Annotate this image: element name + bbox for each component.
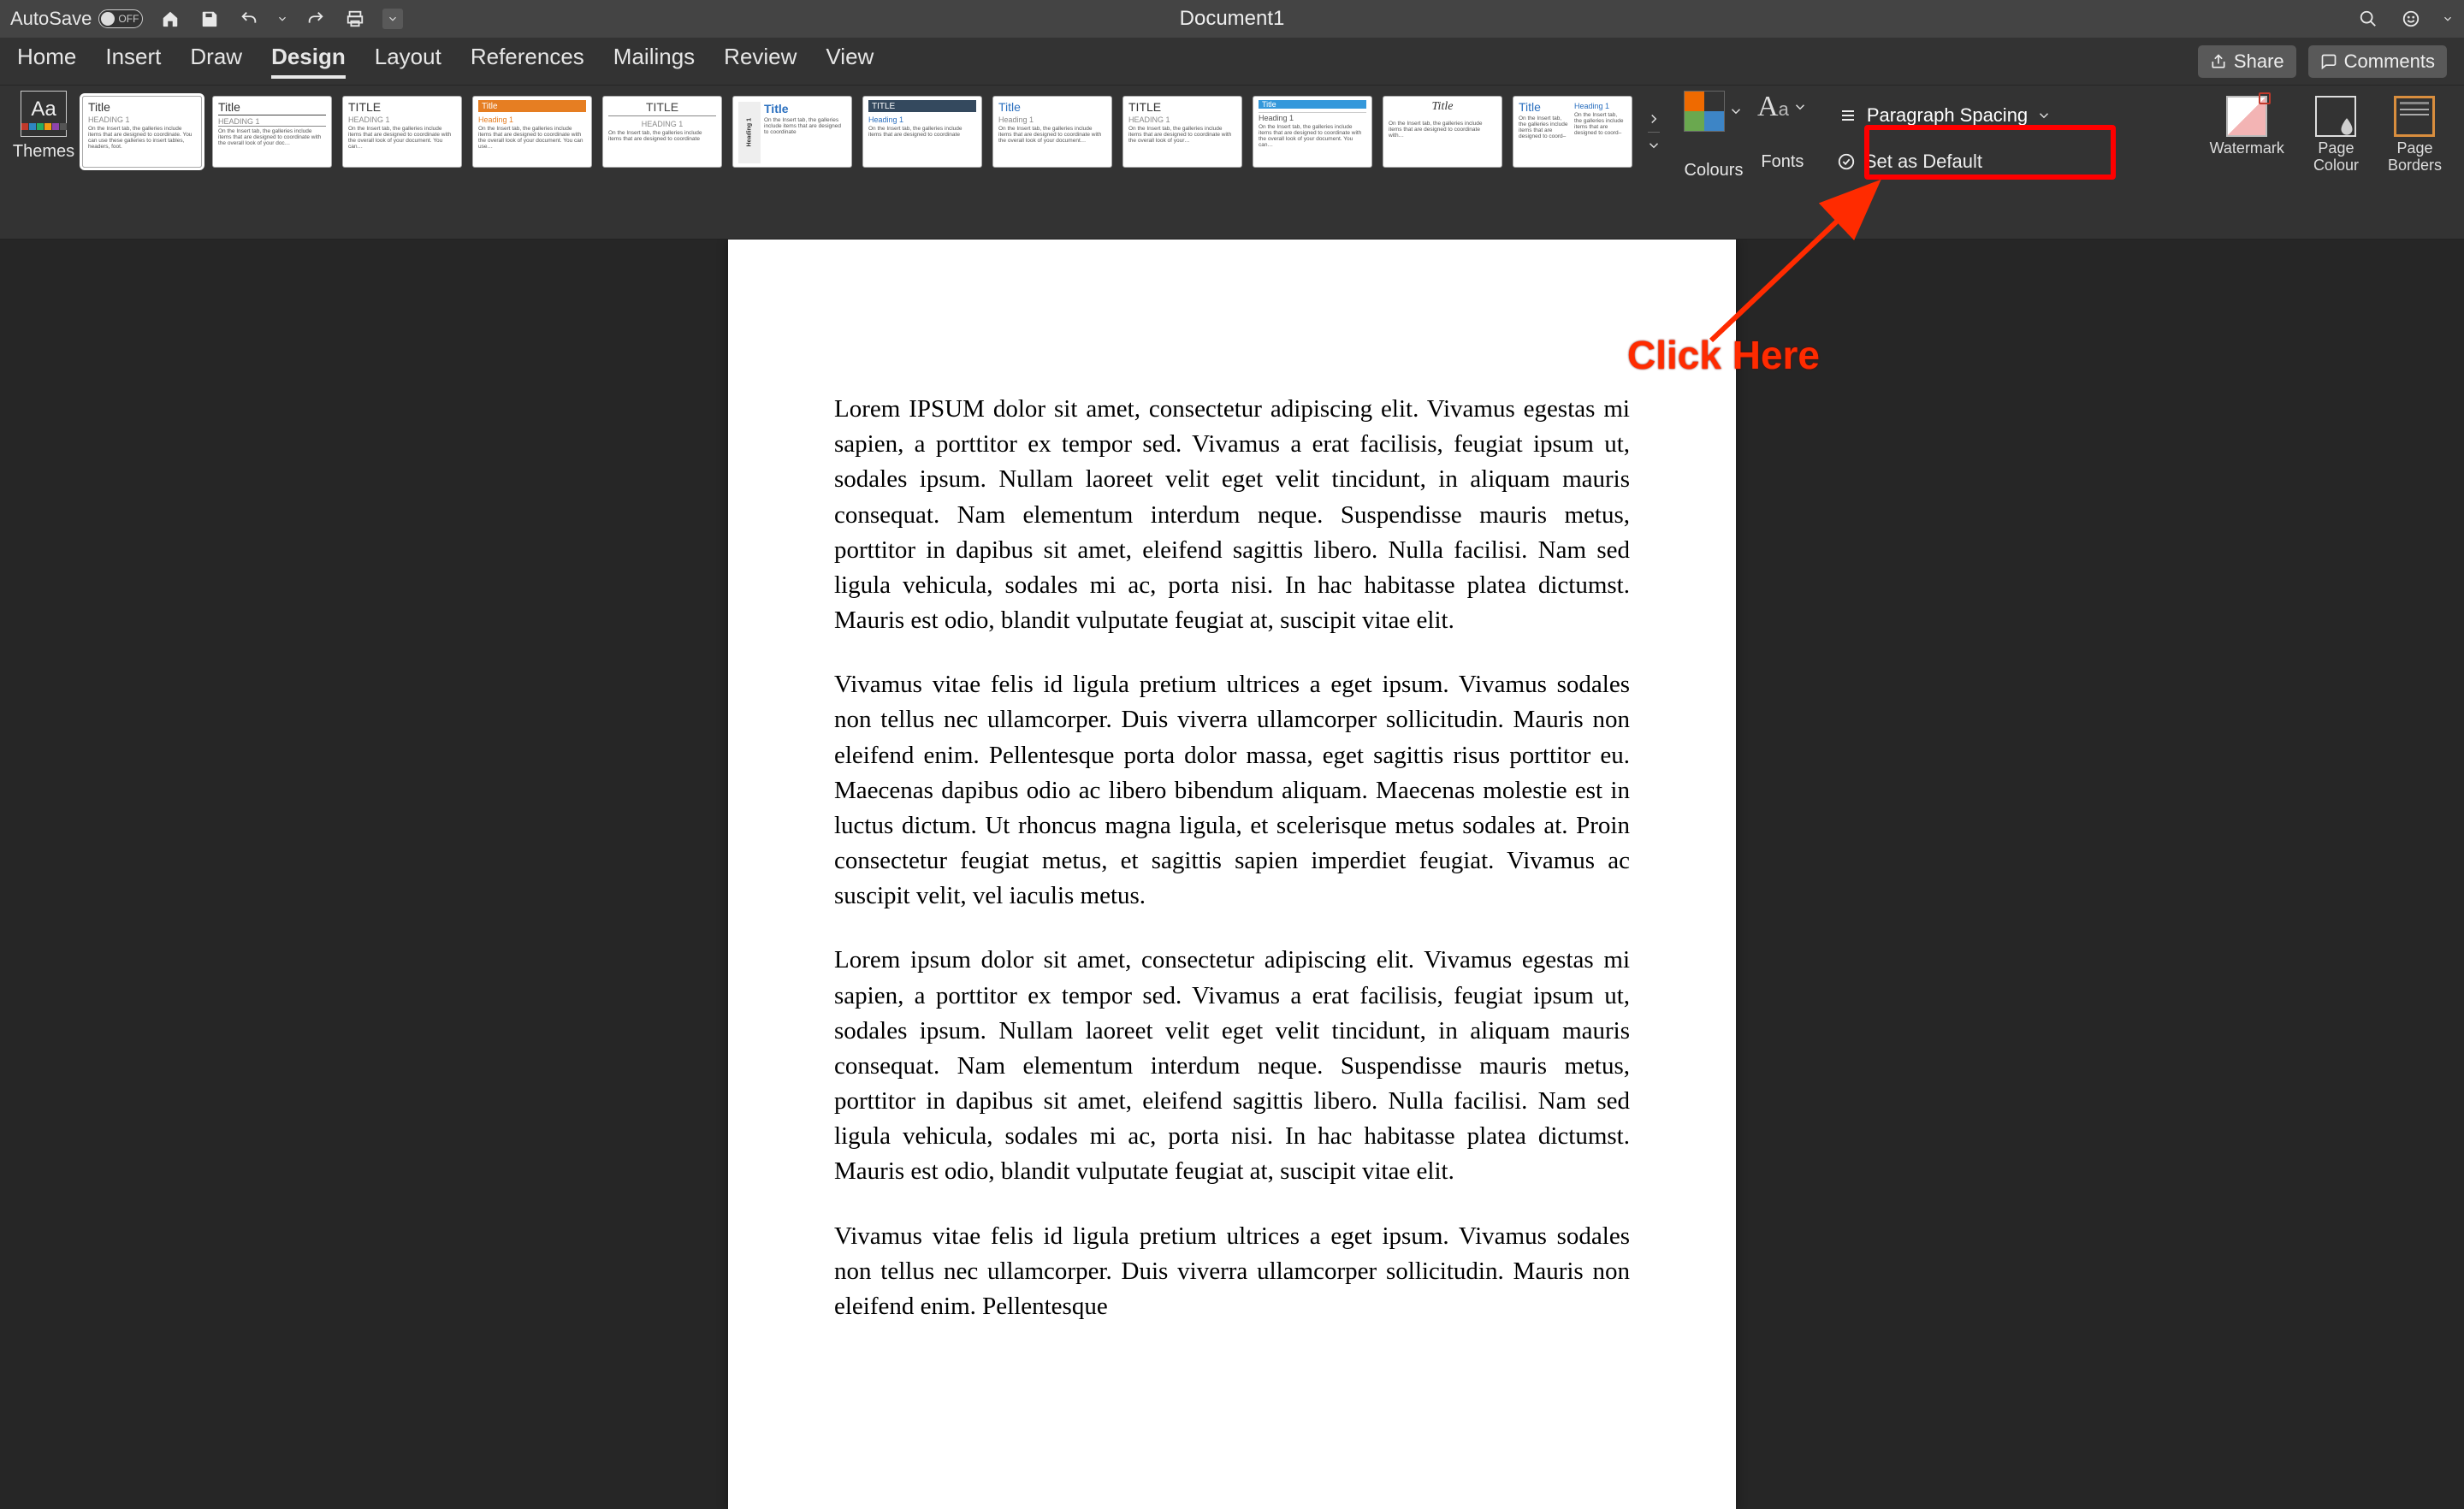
themes-label: Themes — [13, 142, 74, 162]
titlebar-left: AutoSave OFF — [10, 7, 403, 31]
qat-more-icon[interactable] — [382, 9, 403, 29]
set-default-label: Set as Default — [1864, 151, 1982, 173]
chevron-down-icon — [1792, 99, 1808, 115]
tab-home[interactable]: Home — [17, 44, 76, 79]
watermark-label: Watermark — [2210, 140, 2284, 157]
titlebar: AutoSave OFF Document1 — [0, 0, 2464, 38]
page-background-group: Watermark Page Colour Page Borders — [2210, 96, 2442, 175]
print-icon[interactable] — [343, 7, 367, 31]
autosave-label: AutoSave — [10, 8, 92, 30]
paragraph-spacing-button[interactable]: Paragraph Spacing — [1825, 98, 2064, 133]
watermark-button[interactable]: Watermark — [2210, 96, 2284, 175]
share-button[interactable]: Share — [2198, 45, 2296, 78]
paragraph-spacing-icon — [1838, 105, 1858, 126]
comments-label: Comments — [2344, 50, 2435, 73]
autosave-toggle[interactable]: OFF — [98, 9, 143, 28]
tab-view[interactable]: View — [826, 44, 874, 79]
fonts-icon: Aa — [1757, 91, 1789, 123]
document-page[interactable]: Lorem IPSUM dolor sit amet, consectetur … — [728, 240, 1736, 1509]
document-paragraph[interactable]: Lorem ipsum dolor sit amet, consectetur … — [834, 943, 1630, 1189]
tab-references[interactable]: References — [471, 44, 584, 79]
themes-group: Aa Themes — [14, 91, 74, 162]
autosave[interactable]: AutoSave OFF — [10, 8, 143, 30]
colours-icon — [1684, 91, 1725, 132]
style-card[interactable]: TITLEHeading 1On the Insert tab, the gal… — [862, 96, 982, 168]
page-borders-icon — [2394, 96, 2435, 137]
emoji-icon[interactable] — [2399, 7, 2423, 31]
tab-review[interactable]: Review — [724, 44, 797, 79]
design-ribbon: Aa Themes TitleHEADING 1On the Insert ta… — [0, 86, 2464, 240]
ribbon-tabs: Home Insert Draw Design Layout References Mail… — [0, 38, 2464, 86]
style-card[interactable]: TITLEHEADING 1On the Insert tab, the gal… — [342, 96, 462, 168]
page-colour-button[interactable]: Page Colour — [2313, 96, 2359, 175]
style-card[interactable]: TitleHeading 1On the Insert tab, the gal… — [472, 96, 592, 168]
style-card[interactable]: TITLEHEADING 1On the Insert tab, the gal… — [1122, 96, 1242, 168]
comments-button[interactable]: Comments — [2308, 45, 2447, 78]
style-card[interactable]: TitleHEADING 1On the Insert tab, the gal… — [82, 96, 202, 168]
save-icon[interactable] — [198, 7, 222, 31]
tab-mailings[interactable]: Mailings — [613, 44, 695, 79]
titlebar-right — [2356, 7, 2454, 31]
style-card[interactable]: TitleHEADING 1On the Insert tab, the gal… — [212, 96, 332, 168]
redo-icon[interactable] — [304, 7, 328, 31]
tab-draw[interactable]: Draw — [190, 44, 242, 79]
style-card[interactable]: TitleHeading 1On the Insert tab, the gal… — [1253, 96, 1372, 168]
document-paragraph[interactable]: Vivamus vitae felis id ligula pretium ul… — [834, 1219, 1630, 1325]
style-card[interactable]: TITLEHEADING 1On the Insert tab, the gal… — [602, 96, 722, 168]
themes-icon: Aa — [21, 91, 67, 137]
document-formatting-gallery: TitleHEADING 1On the Insert tab, the gal… — [82, 96, 1665, 168]
fonts-label: Fonts — [1761, 152, 1804, 172]
page-borders-button[interactable]: Page Borders — [2388, 96, 2442, 175]
undo-dropdown-icon[interactable] — [276, 7, 288, 31]
tab-design[interactable]: Design — [271, 44, 346, 79]
colours-label: Colours — [1685, 161, 1744, 180]
style-card[interactable]: TitleOn the Insert tab, the galleries in… — [1513, 96, 1632, 168]
home-icon[interactable] — [158, 7, 182, 31]
page-colour-icon — [2315, 96, 2356, 137]
undo-icon[interactable] — [237, 7, 261, 31]
tab-layout[interactable]: Layout — [375, 44, 441, 79]
tab-insert[interactable]: Insert — [105, 44, 161, 79]
style-gallery-more[interactable] — [1643, 96, 1665, 168]
watermark-icon — [2226, 96, 2267, 137]
chevron-down-icon — [1728, 104, 1744, 119]
style-card[interactable]: TitleHeading 1On the Insert tab, the gal… — [992, 96, 1112, 168]
colours-button[interactable] — [1684, 91, 1744, 132]
page-colour-label: Page Colour — [2313, 140, 2359, 175]
themes-button[interactable]: Aa Themes — [14, 91, 74, 162]
colours-group: Colours — [1684, 91, 1744, 180]
page-borders-label: Page Borders — [2388, 140, 2442, 175]
document-paragraph[interactable]: Lorem IPSUM dolor sit amet, consectetur … — [834, 392, 1630, 638]
share-label: Share — [2234, 50, 2284, 73]
emoji-dropdown-icon[interactable] — [2442, 7, 2454, 31]
search-icon[interactable] — [2356, 7, 2380, 31]
fonts-group: Aa Fonts — [1757, 91, 1808, 172]
document-canvas[interactable]: Lorem IPSUM dolor sit amet, consectetur … — [0, 240, 2464, 1509]
chevron-down-icon — [2036, 108, 2052, 123]
style-card[interactable]: Heading 1TitleOn the Insert tab, the gal… — [732, 96, 852, 168]
style-card[interactable]: TitleOn the Insert tab, the galleries in… — [1383, 96, 1502, 168]
check-circle-icon — [1837, 152, 1856, 171]
paragraph-spacing-label: Paragraph Spacing — [1867, 104, 2028, 127]
document-paragraph[interactable]: Vivamus vitae felis id ligula pretium ul… — [834, 667, 1630, 914]
document-title: Document1 — [1180, 7, 1285, 31]
set-as-default-button[interactable]: Set as Default — [1825, 144, 2064, 180]
paragraph-spacing-group: Paragraph Spacing Set as Default — [1825, 94, 2064, 183]
fonts-button[interactable]: Aa — [1757, 91, 1808, 123]
